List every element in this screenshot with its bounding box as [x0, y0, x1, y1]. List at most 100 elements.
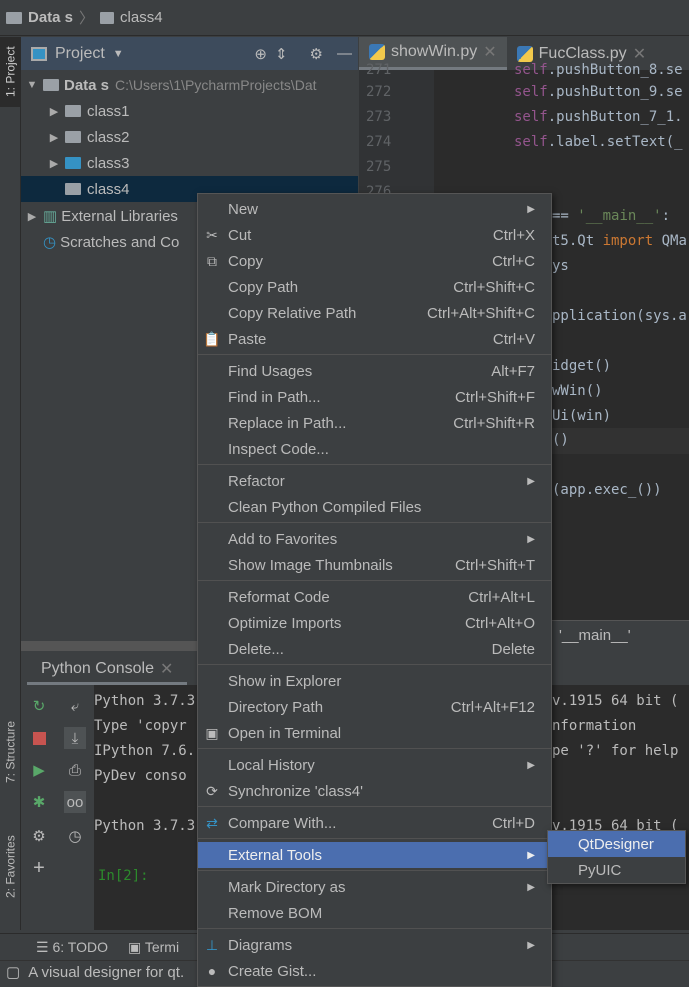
menu-item-show-image-thumbnails[interactable]: Show Image Thumbnails Ctrl+Shift+T	[198, 552, 551, 578]
scroll-to-end-icon[interactable]: ⤓	[64, 727, 86, 749]
menu-item-replace-in-path[interactable]: Replace in Path... Ctrl+Shift+R	[198, 410, 551, 436]
run-icon[interactable]: ▶	[28, 759, 50, 781]
tree-item-label: class1	[87, 102, 130, 120]
code-line: (app.exec_())	[552, 482, 662, 498]
menu-item-shortcut: Ctrl+Shift+F	[454, 388, 535, 406]
tab-structure[interactable]: 7: Structure	[0, 697, 21, 807]
project-view-selector[interactable]: Project	[55, 45, 105, 63]
menu-item-find-in-path[interactable]: Find in Path... Ctrl+Shift+F	[198, 384, 551, 410]
menu-item-label: Diagrams	[228, 936, 293, 954]
breadcrumb-root[interactable]: Data s	[28, 9, 73, 26]
gear-icon[interactable]: ⚙	[310, 45, 323, 63]
menu-item-label: Find in Path...	[228, 388, 321, 406]
menu-item-label: Reformat Code	[228, 588, 330, 606]
menu-item-reformat-code[interactable]: Reformat Code Ctrl+Alt+L	[198, 584, 551, 610]
menu-item-local-history[interactable]: Local History ▶	[198, 752, 551, 778]
status-window-icon[interactable]: ▢	[6, 963, 20, 981]
expand-arrow-icon[interactable]: ▼	[21, 79, 43, 91]
tab-label: showWin.py	[391, 43, 478, 60]
menu-item-qtdesigner[interactable]: QtDesigner	[548, 831, 685, 857]
variables-icon[interactable]: oo	[64, 791, 86, 813]
rerun-icon[interactable]: ↻	[28, 695, 50, 717]
left-tool-strip: 1: Project 7: Structure 2: Favorites	[0, 37, 21, 930]
breadcrumb-current[interactable]: class4	[120, 9, 163, 26]
library-icon: ▥	[43, 208, 58, 225]
menu-item-clean-python-compiled-files[interactable]: Clean Python Compiled Files	[198, 494, 551, 520]
tree-root[interactable]: ▼ Data s C:\Users\1\PycharmProjects\Dat	[21, 72, 358, 98]
clipboard-icon: 📋	[203, 330, 221, 347]
menu-item-open-in-terminal[interactable]: ▣ Open in Terminal	[198, 720, 551, 746]
menu-item-copy-relative-path[interactable]: Copy Relative Path Ctrl+Alt+Shift+C	[198, 300, 551, 326]
menu-item-label: Add to Favorites	[228, 530, 338, 548]
soft-wrap-icon[interactable]: ⤶	[64, 695, 86, 717]
menu-item-label: Cut	[228, 226, 252, 244]
menu-item-find-usages[interactable]: Find Usages Alt+F7	[198, 358, 551, 384]
menu-item-optimize-imports[interactable]: Optimize Imports Ctrl+Alt+O	[198, 610, 551, 636]
code-line: pplication(sys.a	[552, 308, 687, 324]
print-icon[interactable]: ⎙	[64, 759, 86, 781]
menu-item-label: External Tools	[228, 846, 322, 864]
folder-icon	[100, 11, 115, 24]
submenu-arrow-icon: ▶	[527, 533, 535, 545]
line-number: 275	[366, 159, 392, 175]
history-icon[interactable]: ◷	[64, 825, 86, 847]
menu-item-mark-directory-as[interactable]: Mark Directory as ▶	[198, 874, 551, 900]
tree-item-class3[interactable]: ▶ class3	[21, 150, 358, 176]
close-icon[interactable]: ✕	[483, 42, 496, 62]
folder-icon	[43, 79, 59, 91]
close-icon[interactable]: ✕	[160, 659, 173, 679]
menu-item-directory-path[interactable]: Directory Path Ctrl+Alt+F12	[198, 694, 551, 720]
code-line: self.pushButton_7_1.	[514, 109, 683, 125]
menu-item-show-in-explorer[interactable]: Show in Explorer	[198, 668, 551, 694]
menu-item-delete[interactable]: Delete... Delete	[198, 636, 551, 662]
menu-item-remove-bom[interactable]: Remove BOM	[198, 900, 551, 926]
tab-todo[interactable]: ☰ 6: TODO	[36, 939, 108, 956]
folder-icon	[6, 11, 22, 24]
chevron-down-icon[interactable]: ▼	[113, 48, 124, 60]
menu-item-new[interactable]: New ▶	[198, 196, 551, 222]
expand-arrow-icon[interactable]: ▶	[43, 131, 65, 144]
collapse-all-icon[interactable]: ⇕	[275, 45, 288, 63]
tab-favorites[interactable]: 2: Favorites	[0, 817, 21, 917]
tab-python-console[interactable]: Python Console ✕	[27, 655, 188, 685]
debug-icon[interactable]: ✱	[28, 791, 50, 813]
status-text: A visual designer for qt.	[28, 963, 185, 981]
tab-project[interactable]: 1: Project	[0, 37, 21, 107]
expand-arrow-icon[interactable]: ▶	[21, 210, 43, 223]
menu-item-paste[interactable]: 📋 Paste Ctrl+V	[198, 326, 551, 352]
menu-item-inspect-code[interactable]: Inspect Code...	[198, 436, 551, 462]
menu-item-synchronize-class4[interactable]: ⟳ Synchronize 'class4'	[198, 778, 551, 804]
menu-item-create-gist[interactable]: ● Create Gist...	[198, 958, 551, 984]
tree-item-class2[interactable]: ▶ class2	[21, 124, 358, 150]
root-name: Data s	[64, 76, 110, 94]
menu-item-external-tools[interactable]: External Tools ▶	[198, 842, 551, 868]
stop-icon[interactable]	[32, 731, 46, 745]
menu-item-copy-path[interactable]: Copy Path Ctrl+Shift+C	[198, 274, 551, 300]
code-line: t5.Qt import QMa	[552, 233, 687, 249]
copy-icon: ⧉	[207, 252, 217, 269]
menu-item-pyuic[interactable]: PyUIC	[548, 857, 685, 883]
menu-item-label: Clean Python Compiled Files	[228, 498, 422, 516]
locate-icon[interactable]: ⊕	[254, 45, 267, 63]
menu-item-shortcut: Ctrl+Shift+C	[453, 278, 535, 296]
add-icon[interactable]: +	[28, 857, 50, 879]
menu-item-diagrams[interactable]: ⊥ Diagrams ▶	[198, 932, 551, 958]
settings-icon[interactable]: ⚙	[28, 825, 50, 847]
menu-item-label: Find Usages	[228, 362, 313, 380]
editor-breadcrumb-item[interactable]: '__main__'	[559, 627, 631, 644]
code-line: wWin()	[552, 383, 603, 399]
hide-icon[interactable]: —	[337, 45, 352, 62]
expand-arrow-icon[interactable]: ▶	[43, 105, 65, 118]
menu-item-label: Create Gist...	[228, 962, 317, 980]
menu-item-add-to-favorites[interactable]: Add to Favorites ▶	[198, 526, 551, 552]
scratches-icon: ◷	[43, 234, 57, 251]
expand-arrow-icon[interactable]: ▶	[43, 157, 65, 170]
tree-item-class1[interactable]: ▶ class1	[21, 98, 358, 124]
menu-item-label: Replace in Path...	[228, 414, 347, 432]
menu-item-cut[interactable]: ✂ Cut Ctrl+X	[198, 222, 551, 248]
menu-item-refactor[interactable]: Refactor ▶	[198, 468, 551, 494]
menu-item-copy[interactable]: ⧉ Copy Ctrl+C	[198, 248, 551, 274]
tab-terminal[interactable]: ▣ Termi	[128, 939, 179, 956]
menu-item-compare-with[interactable]: ⇄ Compare With... Ctrl+D	[198, 810, 551, 836]
close-icon[interactable]: ✕	[633, 44, 646, 64]
